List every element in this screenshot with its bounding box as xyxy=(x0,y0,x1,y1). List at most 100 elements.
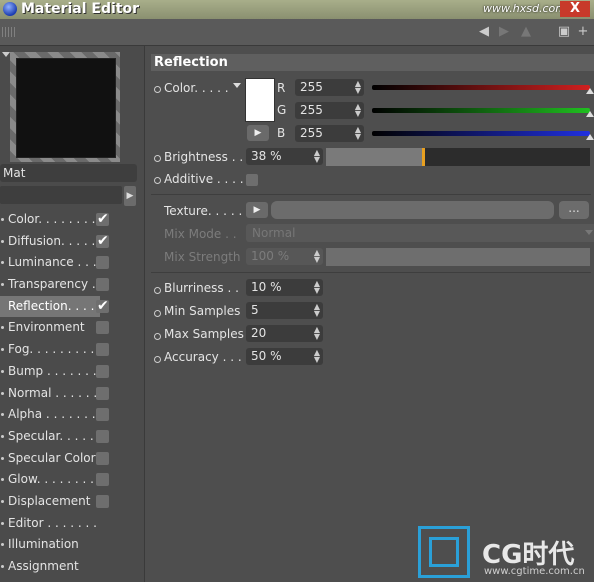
blurriness-input[interactable]: 10 % ▲ ▼ xyxy=(246,279,323,296)
mix-mode-select[interactable]: Normal xyxy=(246,224,594,242)
g-label: G xyxy=(277,103,287,117)
channel-item[interactable]: Diffusion. . . . . . xyxy=(0,231,140,253)
mix-strength-input[interactable]: 100 % ▲ ▼ xyxy=(246,248,323,265)
close-button[interactable]: X xyxy=(560,1,590,17)
b-input[interactable]: 255 ▲ ▼ xyxy=(295,125,364,142)
animate-bullet-icon[interactable] xyxy=(154,86,161,93)
material-name-field[interactable]: Mat xyxy=(0,164,137,182)
grip-icon[interactable] xyxy=(2,27,16,37)
channel-checkbox[interactable] xyxy=(96,343,109,357)
channel-checkbox[interactable] xyxy=(96,296,109,317)
chevron-down-icon[interactable] xyxy=(233,83,241,88)
brightness-input[interactable]: 38 % ▲ ▼ xyxy=(246,148,323,165)
field-arrow-button[interactable]: ▶ xyxy=(124,186,136,206)
slider-marker-icon[interactable] xyxy=(586,88,594,94)
channel-label: Fog. . . . . . . . . . xyxy=(8,342,102,357)
channel-label: Normal . . . . . . . xyxy=(8,385,105,400)
channel-checkbox[interactable] xyxy=(96,473,109,487)
channel-checkbox[interactable] xyxy=(96,429,109,443)
channel-checkbox[interactable] xyxy=(96,256,109,270)
animate-bullet-icon[interactable] xyxy=(154,155,161,162)
texture-play-button[interactable]: ▶ xyxy=(246,202,268,218)
brightness-value: 38 % xyxy=(251,149,282,163)
channel-item[interactable]: Specular Color xyxy=(0,448,140,470)
channel-item[interactable]: Color. . . . . . . . xyxy=(0,209,140,231)
spinner-icon[interactable]: ▲ ▼ xyxy=(314,149,320,164)
channel-checkbox[interactable] xyxy=(96,386,109,400)
material-preview[interactable] xyxy=(10,52,120,162)
channel-item[interactable]: Bump . . . . . . . . xyxy=(0,361,140,383)
back-arrow-icon[interactable]: ◀ xyxy=(476,24,492,40)
channel-checkbox[interactable] xyxy=(96,209,109,230)
min-samples-input[interactable]: 5 ▲ ▼ xyxy=(246,302,323,319)
g-input[interactable]: 255 ▲ ▼ xyxy=(295,102,364,119)
slider-marker-icon[interactable] xyxy=(586,134,594,140)
spinner-icon[interactable]: ▲ ▼ xyxy=(314,249,320,264)
channel-checkbox[interactable] xyxy=(96,231,109,252)
chevron-down-icon[interactable] xyxy=(2,52,10,57)
channel-label: Bump . . . . . . . . xyxy=(8,363,105,378)
max-samples-input[interactable]: 20 ▲ ▼ xyxy=(246,325,323,342)
slider-knob[interactable] xyxy=(422,148,426,166)
channel-item[interactable]: Specular. . . . . . xyxy=(0,426,140,448)
channel-item[interactable]: Displacement xyxy=(0,491,140,513)
channel-checkbox[interactable] xyxy=(96,321,109,335)
add-icon[interactable]: + xyxy=(575,24,591,40)
channel-item[interactable]: Fog. . . . . . . . . . xyxy=(0,339,140,361)
mix-mode-value: Normal xyxy=(252,226,296,240)
additive-checkbox[interactable] xyxy=(246,174,258,186)
color-swatch[interactable] xyxy=(245,78,275,122)
spinner-icon[interactable]: ▲ ▼ xyxy=(314,326,320,341)
blue-slider[interactable] xyxy=(372,131,590,136)
window-title: Material Editor xyxy=(21,1,139,17)
up-arrow-icon[interactable]: ▲ xyxy=(518,24,534,40)
channel-checkbox[interactable] xyxy=(96,364,109,378)
play-button[interactable]: ▶ xyxy=(247,125,269,141)
spinner-icon[interactable]: ▲ ▼ xyxy=(314,349,320,364)
spinner-icon[interactable]: ▲ ▼ xyxy=(314,303,320,318)
brightness-slider[interactable] xyxy=(326,148,590,166)
accuracy-input[interactable]: 50 % ▲ ▼ xyxy=(246,348,323,365)
b-label: B xyxy=(277,126,286,140)
texture-browse-button[interactable]: ... xyxy=(559,201,589,219)
animate-bullet-icon[interactable] xyxy=(154,177,161,184)
r-input[interactable]: 255 ▲ ▼ xyxy=(295,79,364,96)
channel-label: Editor . . . . . . . xyxy=(8,515,97,530)
min-samples-label: Min Samples xyxy=(164,304,241,318)
animate-bullet-icon[interactable] xyxy=(154,310,161,317)
spinner-icon[interactable]: ▲ ▼ xyxy=(314,280,320,295)
slider-marker-icon[interactable] xyxy=(586,111,594,117)
channel-item[interactable]: Assignment xyxy=(0,556,140,578)
animate-bullet-icon[interactable] xyxy=(154,333,161,340)
channel-item[interactable]: Transparency . . xyxy=(0,274,140,296)
channel-panel: Mat ▶ Color. . . . . . . . Diffusion. . .… xyxy=(0,46,145,582)
channel-checkbox[interactable] xyxy=(96,494,109,508)
max-samples-value: 20 xyxy=(251,326,267,340)
animate-bullet-icon[interactable] xyxy=(154,356,161,363)
channel-checkbox[interactable] xyxy=(96,451,109,465)
texture-field[interactable] xyxy=(271,201,554,219)
spinner-icon[interactable]: ▲ ▼ xyxy=(355,126,361,141)
channel-item[interactable]: Luminance . . . . xyxy=(0,252,140,274)
blurriness-label: Blurriness . . xyxy=(164,281,239,295)
animate-bullet-icon[interactable] xyxy=(154,287,161,294)
forward-arrow-icon[interactable]: ▶ xyxy=(496,24,512,40)
channel-checkbox[interactable] xyxy=(96,278,109,292)
channel-item[interactable]: Environment xyxy=(0,317,140,339)
channel-item[interactable]: Illumination xyxy=(0,534,140,556)
channel-item[interactable]: Editor . . . . . . . xyxy=(0,513,140,535)
spinner-icon[interactable]: ▲ ▼ xyxy=(355,103,361,118)
logo-mark xyxy=(429,537,459,567)
channel-checkbox[interactable] xyxy=(96,408,109,422)
r-label: R xyxy=(277,81,286,95)
material-field[interactable] xyxy=(0,186,122,204)
channel-item[interactable]: Glow. . . . . . . . . xyxy=(0,469,140,491)
green-slider[interactable] xyxy=(372,108,590,113)
channel-item[interactable]: Reflection. . . . . xyxy=(0,295,140,318)
spinner-icon[interactable]: ▲ ▼ xyxy=(355,80,361,95)
red-slider[interactable] xyxy=(372,85,590,90)
channel-item[interactable]: Normal . . . . . . . xyxy=(0,383,140,405)
channel-item[interactable]: Alpha . . . . . . . . xyxy=(0,404,140,426)
mix-strength-slider[interactable] xyxy=(326,248,590,266)
window-icon[interactable]: ▣ xyxy=(556,24,572,40)
